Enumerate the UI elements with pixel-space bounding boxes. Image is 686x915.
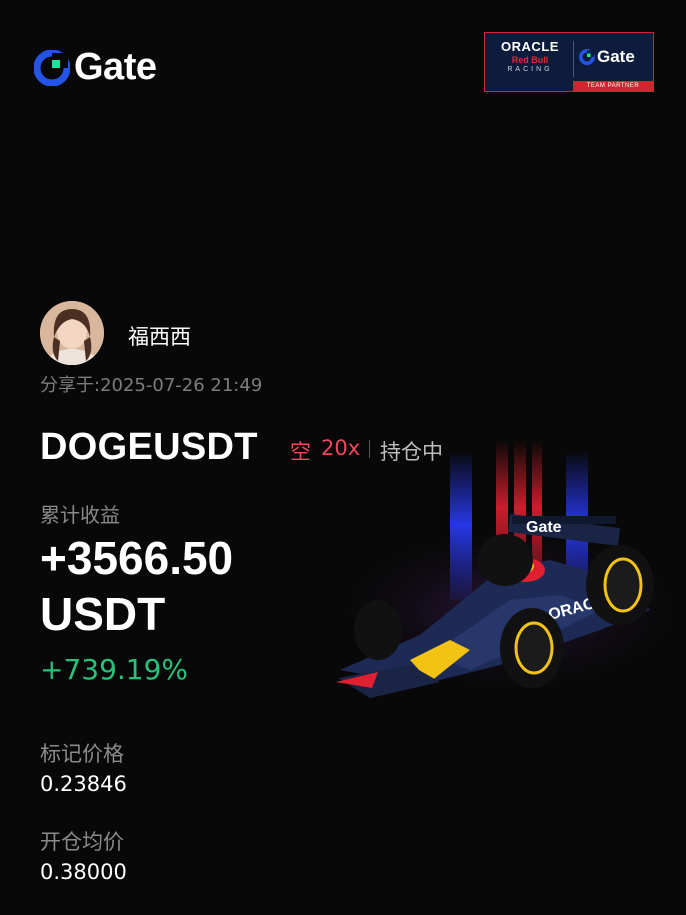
svg-text:Gate: Gate: [526, 519, 562, 536]
gate-logo: Gate: [34, 46, 157, 89]
pnl-label: 累计收益: [40, 503, 120, 527]
avatar: [40, 301, 104, 365]
pnl-value: +3566.50: [40, 532, 234, 584]
pnl-unit: USDT: [40, 588, 166, 640]
entry-price-value: 0.38000: [40, 860, 127, 884]
pnl-percent: +739.19%: [40, 653, 189, 686]
gate-logo-icon: [34, 49, 70, 86]
share-info: 分享于:2025-07-26 21:49: [40, 371, 262, 397]
f1-car-illustration: Gate ORACLE: [320, 440, 686, 700]
team-partner-badge: ORACLE Red Bull RACING Gate TEAM PARTNER: [484, 32, 654, 92]
gate-logo-icon: [579, 49, 595, 65]
share-timestamp: 2025-07-26 21:49: [100, 375, 263, 396]
mark-price-value: 0.23846: [40, 772, 127, 796]
entry-price-label: 开仓均价: [40, 830, 124, 854]
username: 福西西: [128, 325, 191, 349]
oracle-wordmark: ORACLE: [501, 39, 559, 54]
badge-gate-text: Gate: [597, 47, 635, 66]
racing-wordmark: RACING: [507, 66, 553, 73]
brand-name: Gate: [74, 46, 157, 88]
badge-divider: [573, 41, 574, 77]
team-partner-caption: TEAM PARTNER: [573, 81, 653, 91]
share-label: 分享于:: [40, 375, 101, 396]
red-bull-wordmark: Red Bull: [511, 55, 549, 65]
mark-price-label: 标记价格: [40, 742, 124, 766]
badge-gate-logo: Gate: [579, 47, 635, 67]
trading-pair: DOGEUSDT: [40, 426, 258, 468]
